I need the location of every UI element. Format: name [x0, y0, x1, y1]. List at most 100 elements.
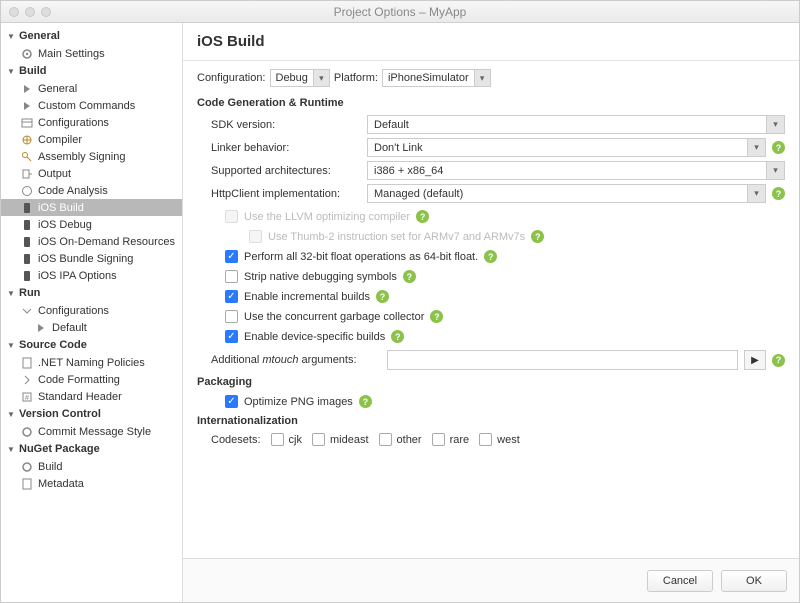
compiler-icon [21, 134, 33, 146]
arch-select[interactable]: i386 + x86_64▾ [367, 161, 785, 180]
category-build[interactable]: ▼Build [1, 62, 182, 80]
strip-checkbox[interactable] [225, 270, 238, 283]
config-label: Configuration: [197, 72, 266, 84]
play-icon [35, 322, 47, 334]
west-checkbox[interactable] [479, 433, 492, 446]
mtouch-input[interactable] [387, 350, 738, 370]
gc-label: Use the concurrent garbage collector [244, 311, 424, 323]
help-icon[interactable]: ? [391, 330, 404, 343]
disclosure-icon: ▼ [7, 32, 15, 41]
optimize-png-checkbox[interactable] [225, 395, 238, 408]
sidebar-item-main-settings[interactable]: Main Settings [1, 45, 182, 62]
help-icon[interactable]: ? [484, 250, 497, 263]
config-select[interactable]: Debug▾ [270, 69, 330, 87]
incremental-checkbox[interactable] [225, 290, 238, 303]
platform-label: Platform: [334, 72, 378, 84]
platform-select[interactable]: iPhoneSimulator▾ [382, 69, 491, 87]
disclosure-icon: ▼ [7, 67, 15, 76]
sidebar-item-ios-ipa[interactable]: iOS IPA Options [1, 267, 182, 284]
sidebar-item-assembly-signing[interactable]: Assembly Signing [1, 148, 182, 165]
device-icon [21, 270, 33, 282]
help-icon[interactable]: ? [772, 354, 785, 367]
svg-text:#: # [25, 395, 29, 402]
llvm-checkbox [225, 210, 238, 223]
incremental-label: Enable incremental builds [244, 291, 370, 303]
ok-button[interactable]: OK [721, 570, 787, 592]
device-label: Enable device-specific builds [244, 331, 385, 343]
section-i18n: Internationalization [197, 415, 785, 427]
sidebar-item-run-configurations[interactable]: Configurations [1, 302, 182, 319]
category-version-control[interactable]: ▼Version Control [1, 405, 182, 423]
cancel-button[interactable]: Cancel [647, 570, 713, 592]
device-icon [21, 219, 33, 231]
doc-icon [21, 357, 33, 369]
sidebar-item-ios-bundle-signing[interactable]: iOS Bundle Signing [1, 250, 182, 267]
titlebar: Project Options – MyApp [1, 1, 799, 23]
key-icon [21, 151, 33, 163]
play-icon [21, 100, 33, 112]
help-icon[interactable]: ? [376, 290, 389, 303]
sidebar-item-naming[interactable]: .NET Naming Policies [1, 354, 182, 371]
category-run[interactable]: ▼Run [1, 284, 182, 302]
sidebar-item-nuget-metadata[interactable]: Metadata [1, 475, 182, 492]
linker-select[interactable]: Don't Link▾ [367, 138, 766, 157]
http-label: HttpClient implementation: [211, 188, 361, 200]
category-general[interactable]: ▼General [1, 27, 182, 45]
help-icon[interactable]: ? [403, 270, 416, 283]
sidebar-item-commit[interactable]: Commit Message Style [1, 423, 182, 440]
rare-checkbox[interactable] [432, 433, 445, 446]
gc-checkbox[interactable] [225, 310, 238, 323]
help-icon[interactable]: ? [772, 141, 785, 154]
sidebar-item-formatting[interactable]: Code Formatting [1, 371, 182, 388]
chevron-down-icon: ▾ [766, 162, 784, 179]
play-icon [21, 83, 33, 95]
sidebar-item-nuget-build[interactable]: Build [1, 458, 182, 475]
sidebar-item-code-analysis[interactable]: Code Analysis [1, 182, 182, 199]
sidebar-item-ios-ondemand[interactable]: iOS On-Demand Resources [1, 233, 182, 250]
linker-label: Linker behavior: [211, 142, 361, 154]
help-icon[interactable]: ? [359, 395, 372, 408]
optimize-png-label: Optimize PNG images [244, 396, 353, 408]
help-icon[interactable]: ? [416, 210, 429, 223]
strip-label: Strip native debugging symbols [244, 271, 397, 283]
gear-icon [21, 426, 33, 438]
float-label: Perform all 32-bit float operations as 6… [244, 251, 478, 263]
sidebar-item-output[interactable]: Output [1, 165, 182, 182]
section-codegen: Code Generation & Runtime [197, 97, 785, 109]
sidebar-item-build-general[interactable]: General [1, 80, 182, 97]
cjk-checkbox[interactable] [271, 433, 284, 446]
help-icon[interactable]: ? [430, 310, 443, 323]
category-nuget[interactable]: ▼NuGet Package [1, 440, 182, 458]
window: Project Options – MyApp ▼General Main Se… [0, 0, 800, 603]
close-icon[interactable] [9, 7, 19, 17]
other-checkbox[interactable] [379, 433, 392, 446]
main-panel: iOS Build Configuration: Debug▾ Platform… [183, 23, 799, 602]
sidebar-item-compiler[interactable]: Compiler [1, 131, 182, 148]
zoom-icon[interactable] [41, 7, 51, 17]
mideast-checkbox[interactable] [312, 433, 325, 446]
minimize-icon[interactable] [25, 7, 35, 17]
gear-icon [21, 461, 33, 473]
thumb-checkbox [249, 230, 262, 243]
sidebar-item-run-default[interactable]: Default [1, 319, 182, 336]
sidebar-item-custom-commands[interactable]: Custom Commands [1, 97, 182, 114]
http-select[interactable]: Managed (default)▾ [367, 184, 766, 203]
sidebar-item-ios-debug[interactable]: iOS Debug [1, 216, 182, 233]
device-icon [21, 253, 33, 265]
traffic-lights [9, 7, 51, 17]
sidebar-item-header[interactable]: #Standard Header [1, 388, 182, 405]
category-source-code[interactable]: ▼Source Code [1, 336, 182, 354]
config-row: Configuration: Debug▾ Platform: iPhoneSi… [197, 69, 785, 87]
codesets-label: Codesets: [211, 434, 261, 446]
float-checkbox[interactable] [225, 250, 238, 263]
mtouch-expand-button[interactable]: ▶ [744, 350, 766, 370]
hash-icon: # [21, 391, 33, 403]
help-icon[interactable]: ? [772, 187, 785, 200]
help-icon[interactable]: ? [531, 230, 544, 243]
footer: Cancel OK [183, 558, 799, 602]
device-checkbox[interactable] [225, 330, 238, 343]
sidebar-item-ios-build[interactable]: iOS Build [1, 199, 182, 216]
sidebar-item-configurations[interactable]: Configurations [1, 114, 182, 131]
sdk-select[interactable]: Default▾ [367, 115, 785, 134]
chevron-down-icon: ▾ [474, 70, 490, 86]
